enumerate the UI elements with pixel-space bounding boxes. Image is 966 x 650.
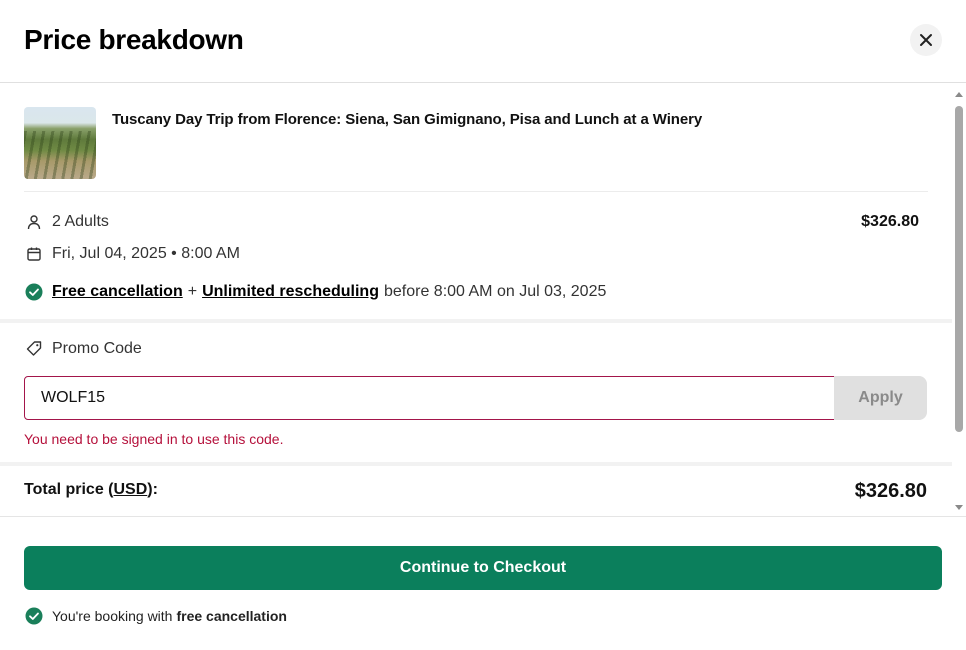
travelers-count: 2 Adults: [52, 213, 109, 230]
subtotal-price: $326.80: [861, 213, 919, 230]
section-divider: [0, 319, 952, 323]
total-label-text: Total price (: [24, 481, 114, 498]
close-icon: [920, 34, 932, 46]
person-icon: [24, 212, 44, 232]
unlimited-rescheduling-link[interactable]: Unlimited rescheduling: [202, 283, 379, 301]
price-details-scroll-area[interactable]: Tuscany Day Trip from Florence: Siena, S…: [0, 84, 966, 516]
total-price-value: $326.80: [854, 480, 927, 502]
note-strong: free cancellation: [176, 608, 287, 624]
product-summary: Tuscany Day Trip from Florence: Siena, S…: [24, 107, 928, 192]
promo-code-input[interactable]: [24, 376, 835, 420]
scrollbar-thumb[interactable]: [955, 106, 963, 432]
promo-error-message: You need to be signed in to use this cod…: [24, 431, 284, 447]
section-divider: [0, 462, 952, 466]
check-circle-icon: [24, 606, 44, 626]
check-circle-icon: [24, 282, 44, 302]
date-time-value: Fri, Jul 04, 2025 • 8:00 AM: [52, 245, 240, 262]
page-title: Price breakdown: [24, 24, 244, 55]
scrollbar[interactable]: [952, 92, 966, 510]
total-label-suffix: ):: [147, 481, 158, 498]
calendar-icon: [24, 244, 44, 264]
cancellation-deadline: before 8:00 AM on Jul 03, 2025: [383, 283, 607, 300]
free-cancellation-note: You're booking with free cancellation: [24, 606, 287, 626]
plus-separator: +: [187, 283, 198, 300]
cancellation-row: Free cancellation + Unlimited rescheduli…: [24, 282, 606, 302]
promo-label: Promo Code: [52, 340, 142, 357]
modal-footer: Continue to Checkout You're booking with…: [0, 516, 966, 650]
product-title: Tuscany Day Trip from Florence: Siena, S…: [112, 111, 703, 128]
currency-link[interactable]: USD: [114, 481, 148, 498]
free-cancellation-link[interactable]: Free cancellation: [52, 283, 183, 301]
date-row: Fri, Jul 04, 2025 • 8:00 AM: [24, 244, 240, 264]
scroll-down-arrow[interactable]: [955, 505, 963, 510]
note-prefix: You're booking with: [52, 608, 173, 624]
scroll-up-arrow[interactable]: [955, 92, 963, 97]
close-button[interactable]: [910, 24, 942, 56]
product-thumbnail: [24, 107, 96, 179]
apply-button[interactable]: Apply: [834, 376, 927, 420]
continue-to-checkout-button[interactable]: Continue to Checkout: [24, 546, 942, 590]
modal-header: Price breakdown: [0, 0, 966, 83]
travelers-row: 2 Adults: [24, 212, 109, 232]
total-price-label: Total price (USD):: [24, 481, 158, 499]
promo-label-row: Promo Code: [24, 339, 142, 359]
tag-icon: [24, 339, 44, 359]
